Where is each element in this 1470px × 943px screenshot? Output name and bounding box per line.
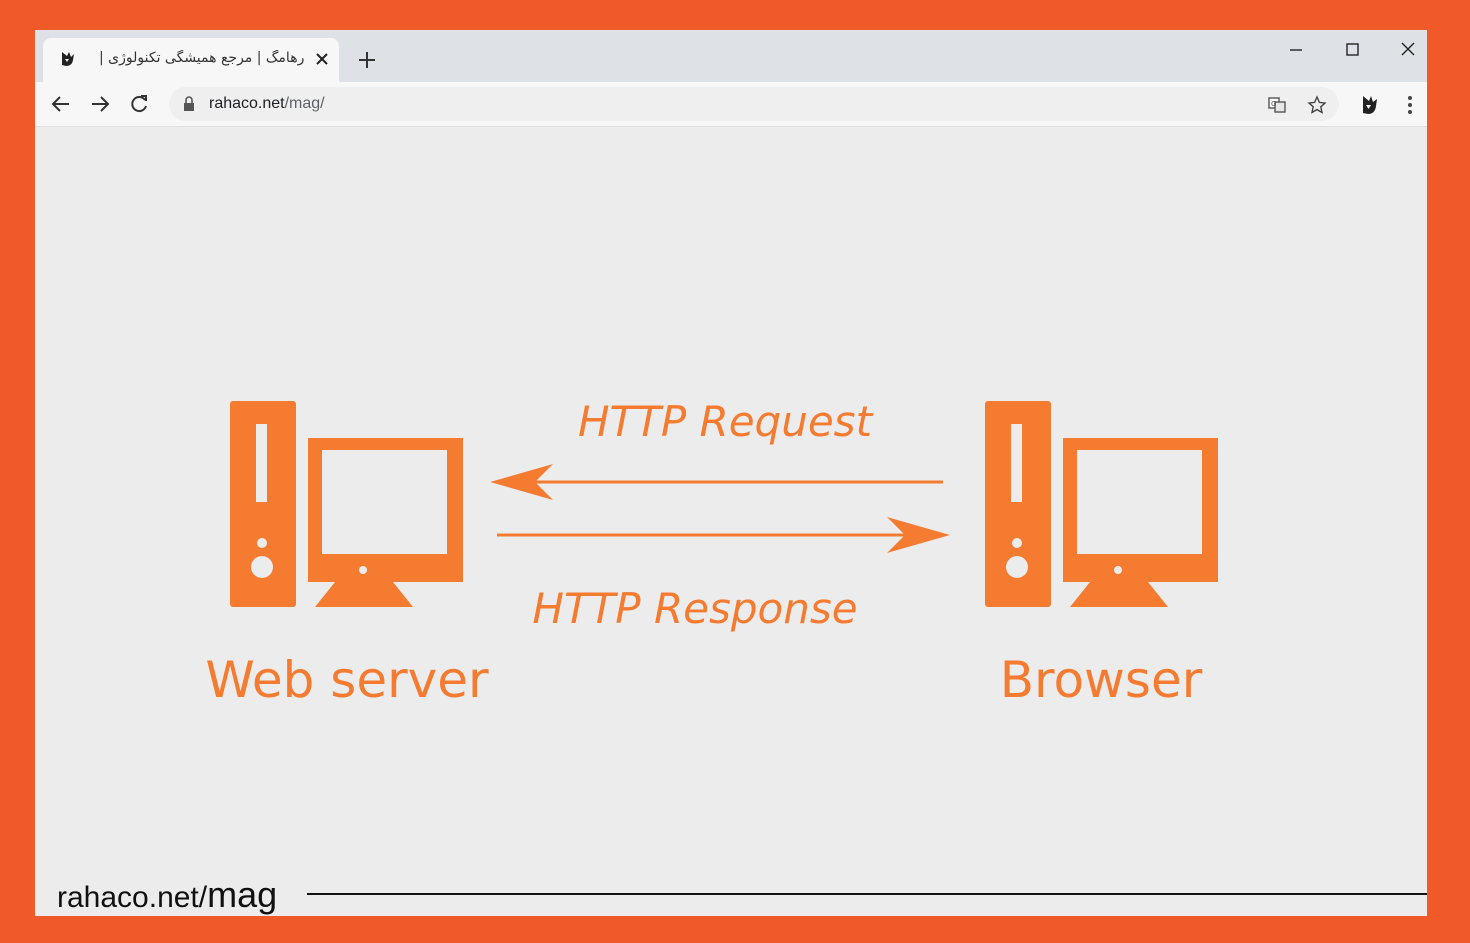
footer-section: mag (207, 874, 278, 915)
response-arrow (497, 517, 950, 553)
http-diagram: HTTP Request HTTP Response Web server Br… (205, 397, 1218, 709)
web-server-label: Web server (205, 651, 489, 709)
request-arrow (490, 464, 943, 500)
footer-watermark: rahaco.net/mag (57, 874, 277, 916)
web-server-computer-icon (230, 401, 463, 607)
browser-label: Browser (1000, 651, 1203, 709)
http-response-label: HTTP Response (532, 584, 857, 633)
browser-window: رهامگ | مرجع همیشگی تکنولوژی | rahaco.ne… (35, 30, 1427, 916)
footer-divider (307, 893, 1427, 895)
browser-computer-icon (985, 401, 1218, 607)
http-request-label: HTTP Request (578, 397, 874, 446)
footer-site: rahaco.net/ (57, 881, 208, 914)
